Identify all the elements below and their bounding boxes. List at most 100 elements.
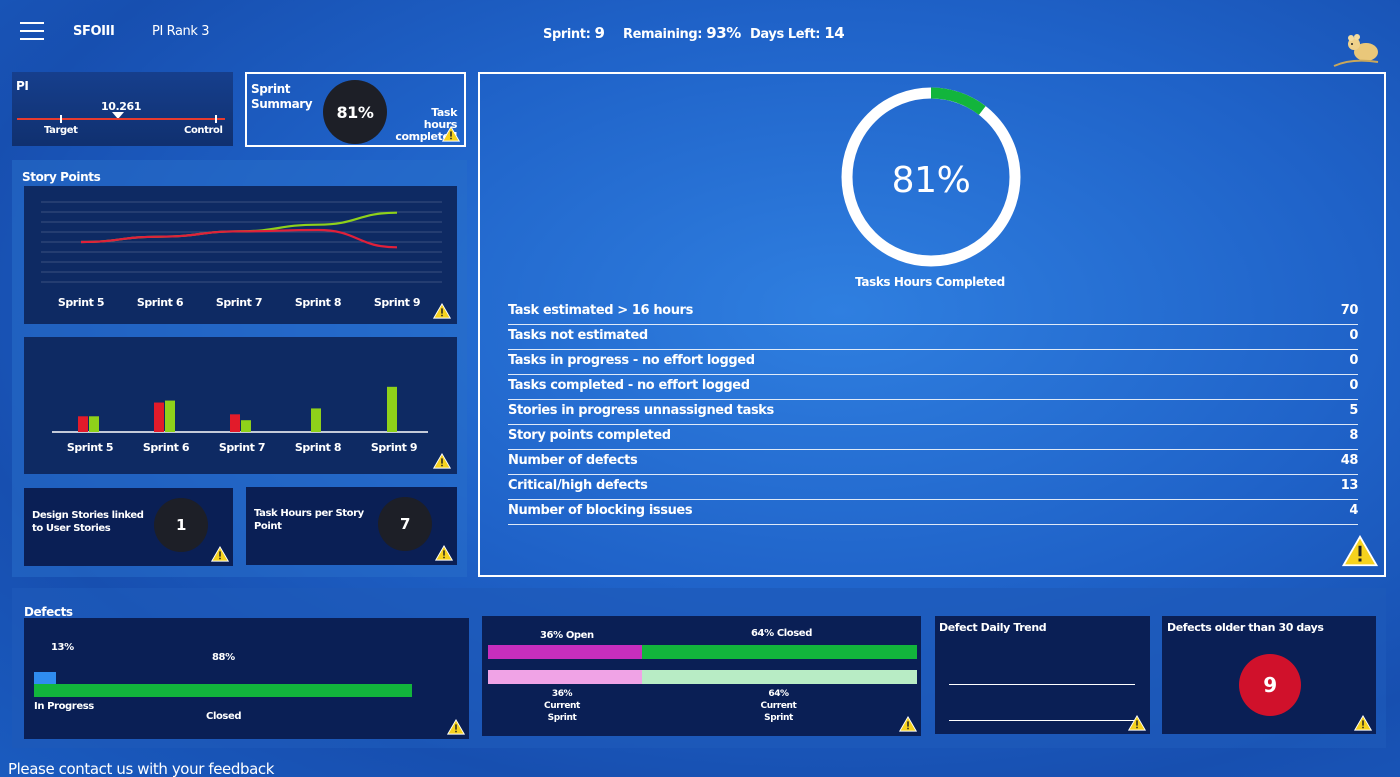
metric-row[interactable]: Number of blocking issues 4 <box>508 500 1358 525</box>
task-hours-per-sp-label: Task Hours per Story Point <box>254 508 364 532</box>
closed-label: Closed <box>206 711 242 722</box>
pi-target-tick <box>60 115 62 123</box>
pi-panel: PI 10.261 Target Control <box>12 72 233 146</box>
bar <box>154 402 164 432</box>
metric-value: 0 <box>1349 328 1358 343</box>
sprint-summary-panel[interactable]: Sprint Summary 81% Task hours completed <box>245 72 466 147</box>
remaining-value: 93% <box>706 24 741 42</box>
metric-value: 13 <box>1340 478 1359 493</box>
feedback-link[interactable]: Please contact us with your feedback <box>8 760 274 777</box>
team-name[interactable]: SFOIII <box>73 24 115 39</box>
bar <box>165 400 175 432</box>
closed-bar <box>34 684 412 697</box>
days-left-indicator: Days Left: 14 <box>750 24 845 42</box>
mascot-logo <box>1332 28 1386 68</box>
x-tick-label: Sprint 8 <box>295 296 341 309</box>
metric-label: Stories in progress unnassigned tasks <box>508 403 774 418</box>
metric-value: 0 <box>1349 378 1358 393</box>
metric-row[interactable]: Story points completed 8 <box>508 425 1358 450</box>
defect-daily-trend-title: Defect Daily Trend <box>939 621 1047 634</box>
line-chart-svg: Sprint 5 Sprint 6 Sprint 7 Sprint 8 Sprint 9 <box>41 201 442 309</box>
warning-icon[interactable] <box>1354 715 1372 731</box>
metric-label: Task estimated > 16 hours <box>508 303 693 318</box>
bar <box>387 386 397 432</box>
design-stories-panel[interactable]: Design Stories linked to User Stories 1 <box>24 488 233 566</box>
metric-value: 70 <box>1340 303 1359 318</box>
design-stories-label: Design Stories linked to User Stories <box>32 510 144 534</box>
bar <box>78 416 88 432</box>
story-points-bar-chart: Sprint 5 Sprint 6 Sprint 7 Sprint 8 Sprint 9 <box>24 337 457 474</box>
task-hours-per-sp-panel[interactable]: Task Hours per Story Point 7 <box>246 487 457 565</box>
pi-target-label: Target <box>44 125 78 136</box>
metric-row[interactable]: Tasks in progress - no effort logged 0 <box>508 350 1358 375</box>
metric-label: Tasks in progress - no effort logged <box>508 353 755 368</box>
pi-control-label: Control <box>184 125 223 136</box>
warning-icon[interactable] <box>1342 535 1378 567</box>
warning-icon[interactable] <box>1128 715 1146 731</box>
in-progress-label: In Progress <box>34 701 94 712</box>
metric-row[interactable]: Tasks completed - no effort logged 0 <box>508 375 1358 400</box>
task-hours-per-sp-value: 7 <box>378 497 432 551</box>
warning-icon[interactable] <box>899 716 917 732</box>
metric-label: Number of blocking issues <box>508 503 693 518</box>
days-left-label: Days Left: <box>750 27 821 42</box>
metric-value: 48 <box>1340 453 1359 468</box>
warning-icon[interactable] <box>435 545 453 561</box>
defect-daily-trend-panel[interactable]: Defect Daily Trend <box>935 616 1150 734</box>
donut-percent: 81% <box>891 160 971 201</box>
bar <box>230 414 240 432</box>
defects-progress-panel: 13% 88% In Progress Closed <box>24 618 469 739</box>
defects-older-title: Defects older than 30 days <box>1167 621 1324 634</box>
metric-label: Tasks completed - no effort logged <box>508 378 750 393</box>
metric-value: 8 <box>1349 428 1358 443</box>
open-closed-bar <box>488 645 917 659</box>
sprint-value: 9 <box>594 24 605 42</box>
metric-row[interactable]: Tasks not estimated 0 <box>508 325 1358 350</box>
x-tick-label: Sprint 9 <box>371 441 417 454</box>
warning-icon[interactable] <box>433 303 451 319</box>
open-closed-panel: 36% Open 64% Closed 36% Current Sprint 6… <box>482 616 921 736</box>
metric-row[interactable]: Critical/high defects 13 <box>508 475 1358 500</box>
remaining-label: Remaining: <box>623 27 703 42</box>
open-segment <box>488 645 642 659</box>
pi-title: PI <box>16 79 29 93</box>
menu-icon[interactable] <box>20 22 44 40</box>
x-tick-label: Sprint 8 <box>295 441 341 454</box>
x-tick-label: Sprint 9 <box>374 296 420 309</box>
sprint-label: Sprint: <box>543 27 591 42</box>
warning-icon[interactable] <box>442 126 460 142</box>
metric-value: 0 <box>1349 353 1358 368</box>
warning-icon[interactable] <box>447 719 465 735</box>
warning-icon[interactable] <box>211 546 229 562</box>
metric-label: Critical/high defects <box>508 478 648 493</box>
pi-rank: PI Rank 3 <box>152 24 210 39</box>
x-tick-label: Sprint 5 <box>58 296 104 309</box>
metric-row[interactable]: Stories in progress unnassigned tasks 5 <box>508 400 1358 425</box>
warning-icon[interactable] <box>433 453 451 469</box>
metric-value: 4 <box>1349 503 1358 518</box>
metric-row[interactable]: Number of defects 48 <box>508 450 1358 475</box>
metric-label: Tasks not estimated <box>508 328 648 343</box>
closed-pct: 88% <box>212 652 235 663</box>
story-points-title: Story Points <box>22 170 101 184</box>
metric-label: Story points completed <box>508 428 671 443</box>
pi-scale-line <box>17 118 225 120</box>
current-closed-stat: 64% Current Sprint <box>760 689 797 723</box>
pi-control-tick <box>215 115 217 123</box>
sprint-summary-percent: 81% <box>323 80 387 144</box>
series-line <box>80 228 398 249</box>
bar <box>89 416 99 432</box>
open-label: 36% Open <box>540 630 594 641</box>
current-open-segment <box>488 670 642 684</box>
x-tick-label: Sprint 7 <box>216 296 262 309</box>
donut-caption: Tasks Hours Completed <box>855 275 1005 289</box>
days-left-value: 14 <box>824 24 845 42</box>
closed-label-top: 64% Closed <box>751 628 812 639</box>
trend-line-top <box>949 684 1135 685</box>
defects-older-panel[interactable]: Defects older than 30 days 9 <box>1162 616 1376 734</box>
defects-title: Defects <box>24 605 73 619</box>
metric-row[interactable]: Task estimated > 16 hours 70 <box>508 300 1358 325</box>
bar-chart-svg: Sprint 5 Sprint 6 Sprint 7 Sprint 8 Sprint 9 <box>52 386 428 454</box>
current-sprint-bar <box>488 670 917 684</box>
metric-value: 5 <box>1349 403 1358 418</box>
